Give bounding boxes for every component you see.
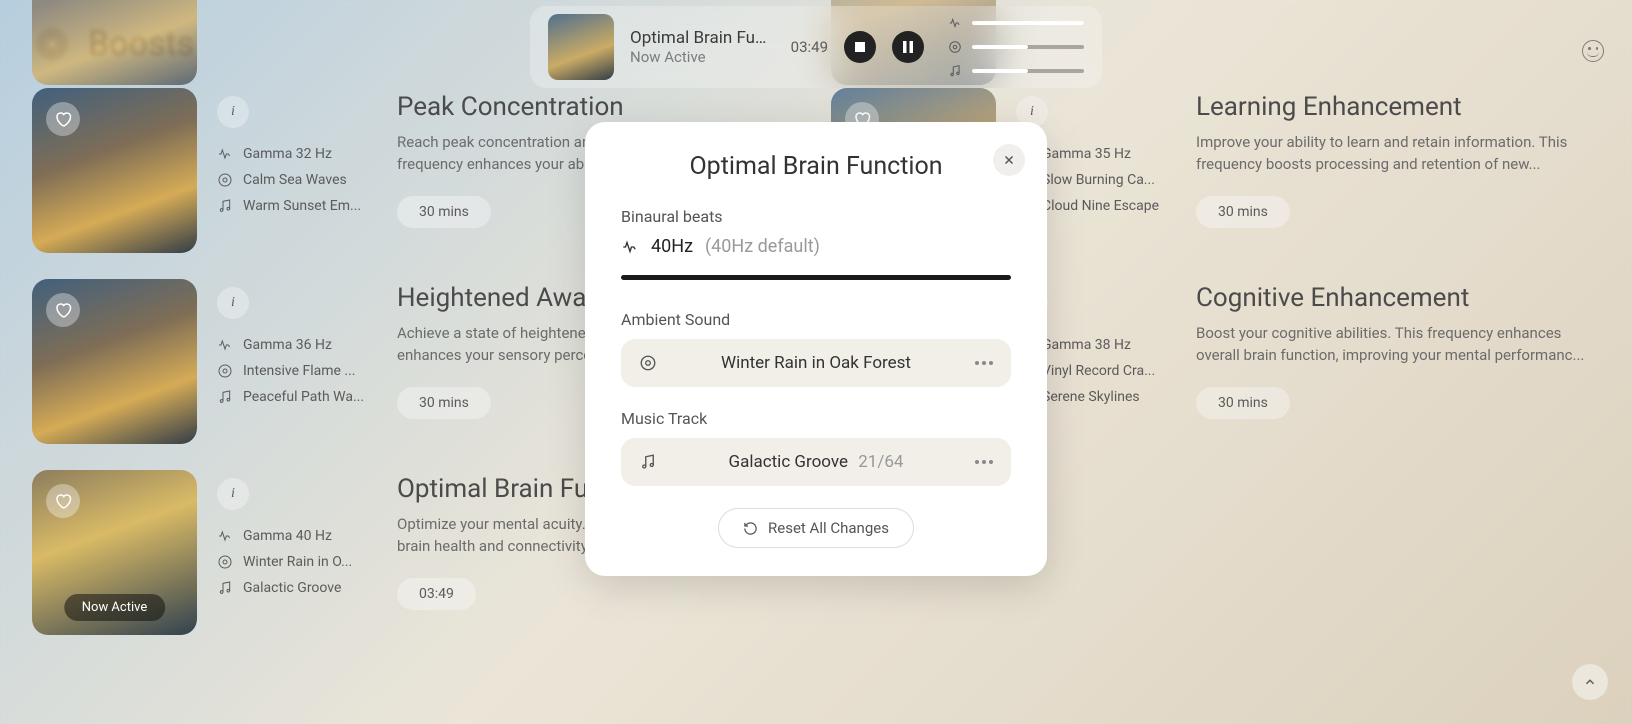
ambient-option-value: Winter Rain in Oak Forest: [671, 353, 961, 373]
music-option-value: Galactic Groove: [729, 452, 849, 472]
close-icon: [1002, 153, 1016, 167]
modal-title: Optimal Brain Function: [621, 152, 1011, 181]
wave-icon: [621, 238, 639, 256]
reset-icon: [743, 521, 758, 536]
ambient-section-label: Ambient Sound: [621, 310, 1011, 329]
settings-modal: Optimal Brain Function Binaural beats 40…: [585, 122, 1047, 576]
modal-overlay[interactable]: Optimal Brain Function Binaural beats 40…: [0, 0, 1632, 724]
ambient-icon: [639, 354, 657, 372]
frequency-value: 40Hz: [651, 236, 693, 257]
frequency-default: (40Hz default): [705, 236, 820, 257]
modal-close-button[interactable]: [993, 144, 1025, 176]
ambient-option-row[interactable]: Winter Rain in Oak Forest: [621, 339, 1011, 387]
music-section-label: Music Track: [621, 409, 1011, 428]
frequency-slider[interactable]: [621, 275, 1011, 280]
music-option-count: 21/64: [858, 452, 903, 472]
binaural-section-label: Binaural beats: [621, 207, 1011, 226]
music-more-button[interactable]: [975, 460, 993, 464]
music-option-row[interactable]: Galactic Groove 21/64: [621, 438, 1011, 486]
reset-label: Reset All Changes: [768, 519, 889, 537]
music-icon: [639, 453, 657, 471]
ambient-more-button[interactable]: [975, 361, 993, 365]
reset-button[interactable]: Reset All Changes: [718, 508, 914, 548]
